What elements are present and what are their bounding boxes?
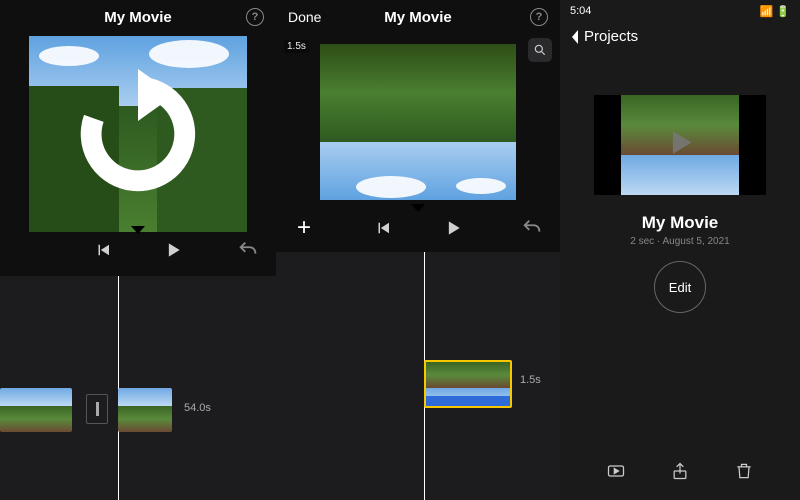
play-icon bbox=[663, 126, 697, 165]
preview-frame bbox=[320, 44, 516, 200]
project-meta: 2 sec · August 5, 2021 bbox=[560, 236, 800, 247]
timeline-clip[interactable] bbox=[118, 388, 172, 432]
play-button[interactable] bbox=[439, 214, 467, 242]
clip-duration-label: 1.5s bbox=[520, 374, 541, 386]
timeline[interactable]: 54.0s bbox=[0, 276, 276, 500]
video-preview[interactable] bbox=[0, 34, 276, 234]
back-button[interactable]: Projects bbox=[560, 22, 800, 51]
transport-bar bbox=[0, 228, 276, 272]
header: My Movie ? bbox=[0, 0, 276, 34]
delete-button[interactable] bbox=[734, 461, 754, 486]
status-bar: 5:04 📶 🔋 bbox=[560, 0, 800, 22]
rotate-cw-icon bbox=[73, 69, 203, 199]
status-icons: 📶 🔋 bbox=[760, 5, 790, 18]
zoom-button[interactable] bbox=[528, 38, 552, 62]
clip-duration-label: 54.0s bbox=[184, 402, 211, 414]
timeline-clip[interactable] bbox=[0, 388, 72, 432]
transport-bar: + bbox=[276, 206, 560, 250]
transition-marker[interactable] bbox=[86, 394, 108, 424]
bottom-toolbar bbox=[560, 461, 800, 486]
chevron-left-icon bbox=[570, 29, 580, 45]
header: Done My Movie ? bbox=[276, 0, 560, 34]
skip-start-button[interactable] bbox=[89, 236, 117, 264]
share-button[interactable] bbox=[670, 461, 690, 486]
help-button[interactable]: ? bbox=[246, 8, 264, 26]
play-project-button[interactable] bbox=[606, 461, 626, 486]
edit-button[interactable]: Edit bbox=[654, 261, 706, 313]
timeline[interactable]: 1.5s bbox=[276, 252, 560, 500]
project-thumbnail[interactable] bbox=[594, 95, 766, 195]
projects-panel: 5:04 📶 🔋 Projects My Movie 2 sec · Augus… bbox=[560, 0, 800, 500]
done-button[interactable]: Done bbox=[288, 9, 321, 25]
editor-panel-flipped: Done My Movie ? 1.5s + 1.5s bbox=[276, 0, 560, 500]
editor-panel-rotating: My Movie ? 54.0s bbox=[0, 0, 276, 500]
help-button[interactable]: ? bbox=[530, 8, 548, 26]
video-preview[interactable]: 1.5s bbox=[276, 34, 560, 210]
timeline-clip-selected[interactable] bbox=[424, 360, 512, 408]
project-title: My Movie bbox=[560, 213, 800, 233]
preview-duration-label: 1.5s bbox=[284, 40, 309, 53]
back-label: Projects bbox=[584, 28, 638, 45]
status-time: 5:04 bbox=[570, 5, 591, 17]
audio-track bbox=[426, 396, 510, 406]
play-button[interactable] bbox=[159, 236, 187, 264]
skip-start-button[interactable] bbox=[369, 214, 397, 242]
project-title: My Movie bbox=[0, 9, 276, 26]
